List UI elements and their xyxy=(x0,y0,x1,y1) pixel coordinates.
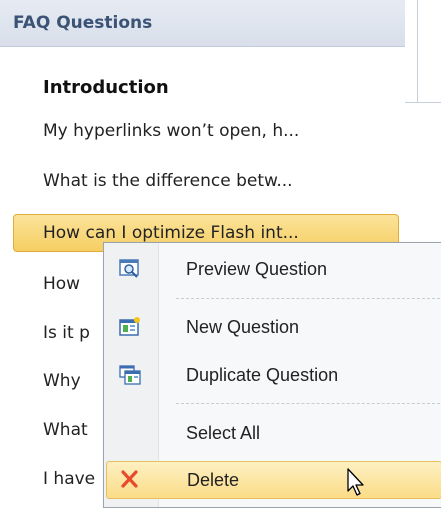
list-item[interactable]: My hyperlinks won’t open, h... xyxy=(13,112,399,150)
menu-separator xyxy=(176,403,440,404)
menu-item-label: Delete xyxy=(187,470,240,490)
new-question-icon xyxy=(119,317,141,337)
right-pane-divider xyxy=(417,0,418,102)
menu-item-select-all[interactable]: Select All xyxy=(106,415,440,451)
panel-title: FAQ Questions xyxy=(13,13,153,33)
panel-header: FAQ Questions xyxy=(0,0,405,47)
right-pane-header xyxy=(405,0,441,103)
duplicate-icon xyxy=(119,365,141,385)
menu-separator xyxy=(176,298,440,299)
list-item[interactable]: What is the difference betw... xyxy=(13,162,399,200)
context-menu: Preview Question New Question Duplicate … xyxy=(103,242,441,508)
menu-item-new-question[interactable]: New Question xyxy=(106,309,440,345)
list-item-introduction[interactable]: Introduction xyxy=(13,69,399,107)
menu-item-label: New Question xyxy=(186,317,300,337)
menu-item-duplicate-question[interactable]: Duplicate Question xyxy=(106,357,440,393)
preview-icon xyxy=(119,259,141,279)
menu-item-delete[interactable]: Delete xyxy=(106,461,441,499)
menu-item-label: Preview Question xyxy=(186,259,328,279)
menu-item-label: Duplicate Question xyxy=(186,365,339,385)
menu-item-preview-question[interactable]: Preview Question xyxy=(106,251,440,287)
menu-item-label: Select All xyxy=(186,423,261,443)
mouse-pointer-icon xyxy=(346,468,366,498)
delete-icon xyxy=(119,469,141,489)
